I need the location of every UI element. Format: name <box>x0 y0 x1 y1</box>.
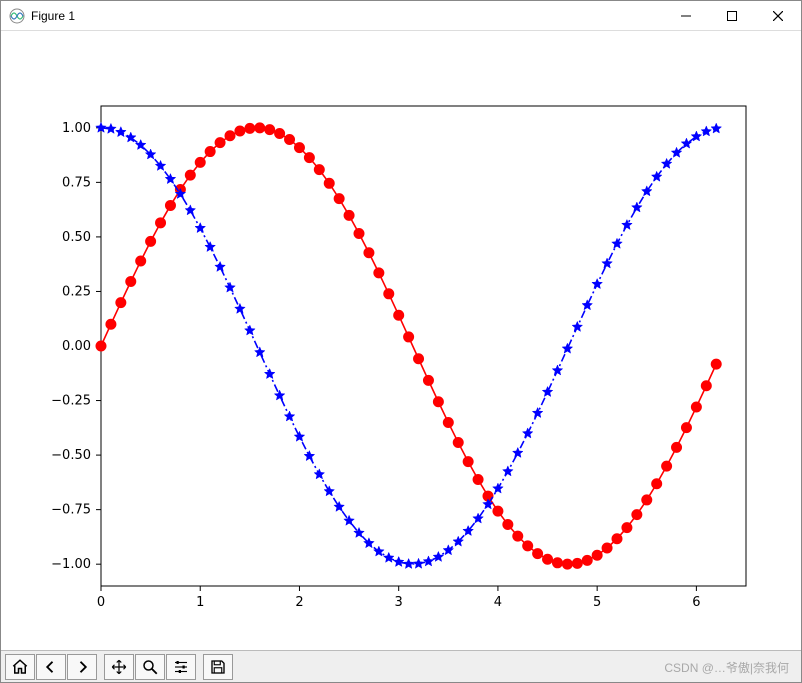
marker-circle <box>622 523 632 533</box>
forward-button[interactable] <box>67 654 97 680</box>
back-button[interactable] <box>36 654 66 680</box>
marker-circle <box>662 461 672 471</box>
marker-circle <box>215 138 225 148</box>
marker-circle <box>374 268 384 278</box>
y-tick-label: −0.25 <box>51 394 91 409</box>
x-tick-label: 4 <box>494 595 502 610</box>
marker-circle <box>562 559 572 569</box>
marker-circle <box>642 495 652 505</box>
marker-circle <box>443 418 453 428</box>
marker-circle <box>552 558 562 568</box>
marker-circle <box>116 298 126 308</box>
x-tick-label: 5 <box>593 595 601 610</box>
marker-circle <box>136 256 146 266</box>
x-tick-label: 3 <box>395 595 403 610</box>
maximize-button[interactable] <box>709 1 755 31</box>
marker-circle <box>225 131 235 141</box>
y-tick-label: 0.75 <box>62 175 91 190</box>
marker-circle <box>185 170 195 180</box>
marker-circle <box>394 310 404 320</box>
marker-circle <box>592 550 602 560</box>
titlebar: Figure 1 <box>1 1 801 31</box>
marker-circle <box>423 375 433 385</box>
marker-circle <box>691 402 701 412</box>
marker-circle <box>543 554 553 564</box>
matplotlib-toolbar <box>1 650 801 682</box>
marker-circle <box>473 475 483 485</box>
figure-canvas[interactable]: 0 1 2 3 4 5 6 −1.00 −0.75 −0.50 −0.25 0.00 0.25 0.50 0… <box>1 31 801 650</box>
marker-circle <box>582 555 592 565</box>
pan-button[interactable] <box>104 654 134 680</box>
x-tick-label: 6 <box>692 595 700 610</box>
marker-circle <box>354 229 364 239</box>
minimize-button[interactable] <box>663 1 709 31</box>
marker-circle <box>265 125 275 135</box>
marker-circle <box>304 153 314 163</box>
marker-circle <box>414 354 424 364</box>
home-button[interactable] <box>5 654 35 680</box>
marker-circle <box>364 248 374 258</box>
marker-circle <box>433 397 443 407</box>
marker-circle <box>275 129 285 139</box>
marker-circle <box>533 549 543 559</box>
save-button[interactable] <box>203 654 233 680</box>
window-title: Figure 1 <box>31 9 663 23</box>
marker-circle <box>245 123 255 133</box>
marker-circle <box>701 381 711 391</box>
marker-circle <box>285 135 295 145</box>
x-tick-label: 0 <box>97 595 105 610</box>
marker-circle <box>384 289 394 299</box>
marker-circle <box>126 277 136 287</box>
marker-circle <box>513 531 523 541</box>
y-tick-label: −0.75 <box>51 503 91 518</box>
marker-circle <box>334 194 344 204</box>
marker-circle <box>195 157 205 167</box>
y-tick-label: 0.50 <box>62 230 91 245</box>
marker-circle <box>681 423 691 433</box>
marker-circle <box>314 165 324 175</box>
marker-circle <box>205 147 215 157</box>
marker-circle <box>324 178 334 188</box>
x-tick-label: 1 <box>196 595 204 610</box>
y-tick-label: 1.00 <box>62 121 91 136</box>
app-icon <box>9 8 25 24</box>
marker-circle <box>523 541 533 551</box>
marker-circle <box>146 236 156 246</box>
y-tick-label: −1.00 <box>51 557 91 572</box>
marker-circle <box>493 506 503 516</box>
marker-circle <box>404 332 414 342</box>
y-tick-label: −0.50 <box>51 448 91 463</box>
marker-circle <box>632 510 642 520</box>
marker-circle <box>235 126 245 136</box>
marker-circle <box>612 534 622 544</box>
marker-circle <box>344 210 354 220</box>
marker-circle <box>503 520 513 530</box>
marker-circle <box>165 200 175 210</box>
close-button[interactable] <box>755 1 801 31</box>
marker-circle <box>572 558 582 568</box>
marker-circle <box>294 143 304 153</box>
marker-circle <box>711 359 721 369</box>
y-tick-label: 0.25 <box>62 284 91 299</box>
y-tick-label: 0.00 <box>62 339 91 354</box>
configure-button[interactable] <box>166 654 196 680</box>
x-tick-label: 2 <box>295 595 303 610</box>
marker-circle <box>255 123 265 133</box>
marker-circle <box>672 442 682 452</box>
marker-circle <box>106 319 116 329</box>
marker-circle <box>156 218 166 228</box>
zoom-button[interactable] <box>135 654 165 680</box>
marker-circle <box>96 341 106 351</box>
marker-circle <box>453 438 463 448</box>
marker-circle <box>463 457 473 467</box>
marker-circle <box>652 479 662 489</box>
marker-circle <box>602 543 612 553</box>
